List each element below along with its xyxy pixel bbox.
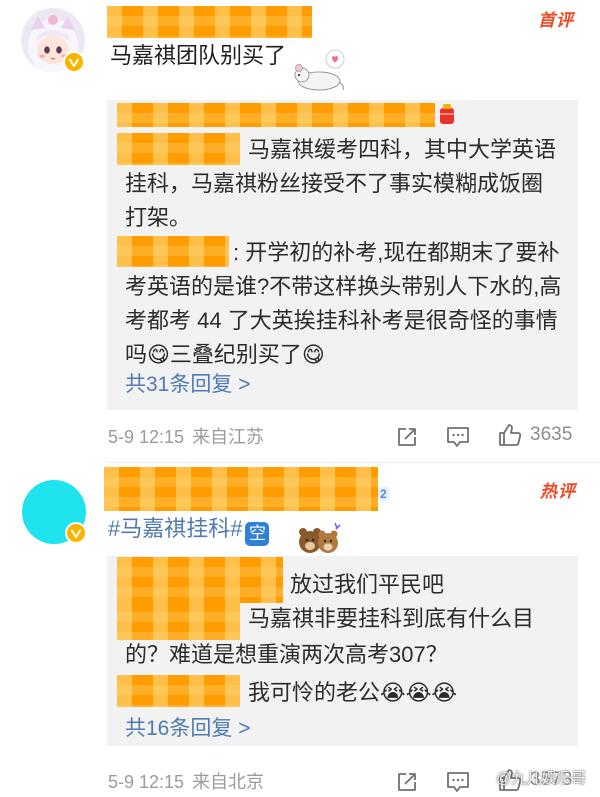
comment-icon [446, 771, 470, 793]
user-level-badge: 2 [378, 487, 389, 501]
comment-text: 马嘉祺团队别买了 [110, 43, 287, 68]
first-comment-badge: 首评 [538, 11, 574, 30]
verified-badge-icon [63, 51, 85, 73]
red-badge-icon [437, 102, 457, 126]
hashtag-link[interactable]: #马嘉祺挂科# [108, 516, 242, 541]
reply-text: 马嘉祺非要挂科到底有什么目的？难道是想重演两次高考307？ [125, 606, 535, 667]
reply-text: : 开学初的补考,现在都期末了要补考英语的是谁?不带这样换头带别人下水的,高考都… [125, 240, 562, 367]
reply-text: 马嘉祺缓考四科，其中大学英语挂科，马嘉祺粉丝接受不了事实模糊成饭圈打架。 [125, 137, 557, 230]
comment-text: #马嘉祺挂科# 空 [108, 514, 270, 546]
hot-comment-badge: 热评 [540, 482, 576, 501]
comment-card: 2 热评 #马嘉祺挂科# 空 放过我们平民吧 马嘉祺非要挂科到底有什么目的？难道是… [0, 464, 600, 797]
watermark: @九儿娱乐哥 [478, 769, 586, 789]
reply-preview-box[interactable]: 马嘉祺缓考四科，其中大学英语挂科，马嘉祺粉丝接受不了事实模糊成饭圈打架。 : 开… [107, 100, 578, 410]
reply-username-redacted[interactable] [117, 675, 240, 707]
mouse-sticker [290, 46, 348, 92]
like-button[interactable]: 3635 [497, 422, 572, 448]
comment-divider [107, 462, 600, 463]
comment-time: 5-9 12:15 [108, 772, 185, 792]
comment-meta: 5-9 12:15 来自北京 [108, 771, 264, 793]
reply-text: 我可怜的老公😭😭😭 [248, 680, 458, 705]
share-button[interactable] [396, 769, 418, 795]
username-redacted[interactable] [107, 6, 312, 38]
share-button[interactable] [396, 424, 418, 450]
comment-location: 来自江苏 [192, 427, 265, 447]
bear-sticker [296, 521, 342, 557]
comment-button[interactable] [446, 424, 470, 450]
reply-username-redacted[interactable] [117, 103, 435, 127]
comment-meta: 5-9 12:15 来自江苏 [108, 426, 264, 448]
comment-icon [446, 426, 470, 448]
comment-button[interactable] [446, 769, 470, 795]
comment-time: 5-9 12:15 [108, 427, 185, 447]
like-icon [497, 422, 523, 448]
share-icon [396, 426, 418, 448]
like-count: 3635 [530, 424, 573, 445]
reply-preview-box[interactable]: 放过我们平民吧 马嘉祺非要挂科到底有什么目的？难道是想重演两次高考307？ 我可… [107, 556, 578, 746]
username-redacted[interactable] [104, 467, 378, 511]
watermark-logo-icon [478, 769, 492, 789]
comment-card: 首评 马嘉祺团队别买了 马嘉祺缓考四科，其中大学英语挂科，马嘉祺粉丝接受不了事实… [0, 0, 600, 463]
share-icon [396, 771, 418, 793]
vacancy-emoji: 空 [245, 522, 270, 546]
comment-location: 来自北京 [192, 772, 265, 792]
watermark-text: @九儿娱乐哥 [496, 770, 587, 787]
more-replies-link[interactable]: 共16条回复 > [125, 714, 250, 744]
reply-username-redacted[interactable] [117, 557, 283, 603]
reply-text: 放过我们平民吧 [290, 572, 445, 597]
more-replies-link[interactable]: 共31条回复 > [125, 370, 250, 400]
verified-badge-icon [65, 522, 87, 544]
